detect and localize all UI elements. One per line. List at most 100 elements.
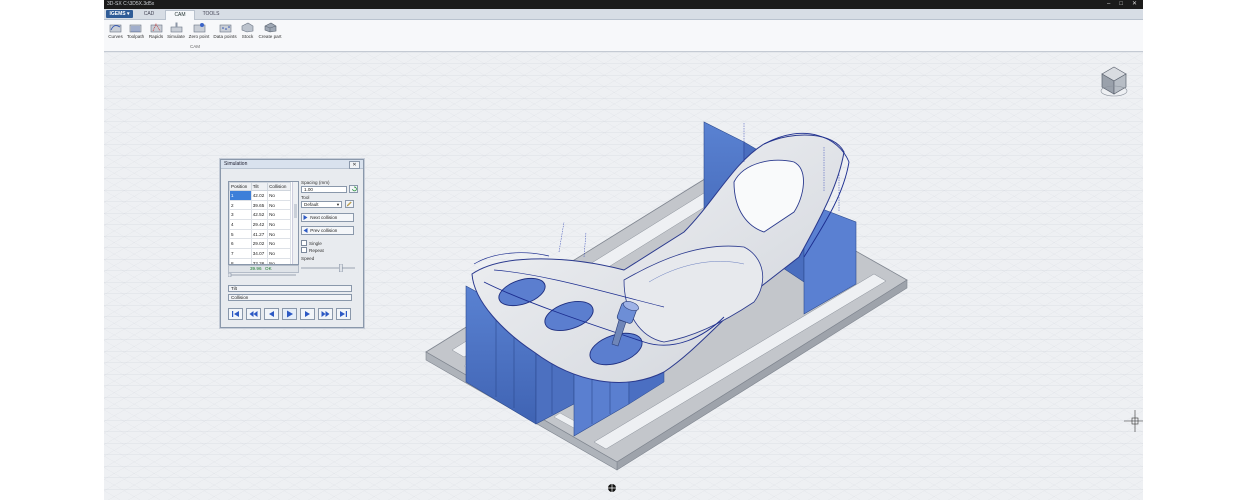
ribbon: Curves Toolpath Rapids Simulate Zero poi…	[104, 20, 1143, 52]
simulate-label: Simulate	[167, 34, 185, 39]
column-header-position[interactable]: Position	[229, 182, 252, 191]
cell-collision: No	[267, 190, 291, 201]
zero-point-label: Zero point	[188, 34, 210, 39]
playback-controls	[228, 308, 351, 320]
fast-backward-icon	[249, 311, 258, 317]
title-bar: 3D-SX C:\3D5X.3d5x – □ ✕	[104, 0, 1143, 9]
spacing-label: Spacing (mm)	[301, 180, 330, 185]
tab-tools[interactable]: TOOLS	[196, 10, 226, 19]
table-row[interactable]: 3 42.52 No	[229, 209, 291, 221]
simulation-title-bar[interactable]: Simulation ✕	[221, 160, 363, 169]
rapids-icon	[150, 23, 162, 33]
single-checkbox[interactable]: Single	[301, 240, 322, 246]
cell-collision: No	[267, 248, 291, 259]
cell-tilt: 39.65	[250, 199, 269, 211]
table-row[interactable]: 5 41.27 No	[229, 228, 291, 240]
toolpath-label: Toolpath	[126, 34, 145, 39]
cell-tilt: 42.02	[250, 190, 269, 201]
app-window: 3D-SX C:\3D5X.3d5x – □ ✕ IGEMS ▾ CAD CAM…	[104, 0, 1143, 500]
table-row[interactable]: 6 29.02 No	[229, 238, 291, 250]
table-row[interactable]: 7 34.07 No	[229, 248, 291, 259]
refresh-icon	[351, 186, 357, 192]
cell-tilt: 42.52	[250, 209, 269, 221]
fast-backward-button[interactable]	[246, 308, 261, 320]
scrollbar-thumb[interactable]	[294, 204, 297, 218]
fast-forward-icon	[321, 311, 330, 317]
table-row[interactable]: 1 42.02 No	[229, 190, 291, 201]
toolpath-button[interactable]: Toolpath	[126, 22, 145, 39]
cell-collision: No	[267, 238, 291, 250]
single-checkbox-box[interactable]	[301, 240, 307, 246]
speed-slider-thumb[interactable]	[339, 264, 343, 272]
window-title: 3D-SX C:\3D5X.3d5x	[107, 1, 155, 7]
maximize-button[interactable]: □	[1119, 0, 1123, 9]
app-menu-button[interactable]: IGEMS ▾	[106, 10, 133, 18]
window-controls: – □ ✕	[1107, 0, 1137, 9]
step-forward-button[interactable]	[300, 308, 315, 320]
table-row[interactable]: 8 33.36 No	[229, 257, 291, 264]
view-cube[interactable]	[1099, 64, 1129, 98]
next-collision-label: Next collision	[310, 215, 338, 220]
tab-cad[interactable]: CAD	[136, 10, 162, 19]
positions-table[interactable]: Position Tilt Collision 1 42.02 No 2 39.65 No…	[228, 181, 299, 265]
rapids-button[interactable]: Rapids	[148, 22, 164, 39]
go-to-end-button[interactable]	[336, 308, 351, 320]
cell-tilt: 29.02	[250, 238, 269, 250]
3d-viewport[interactable]: Simulation ✕ Position Tilt Collision 1 42…	[104, 52, 1143, 500]
curves-icon	[109, 24, 122, 33]
ribbon-tab-bar: IGEMS ▾ CAD CAM TOOLS	[104, 9, 1143, 20]
tilt-info-field: Tilt	[228, 285, 352, 292]
collision-info-field: Collision	[228, 294, 352, 301]
tool-select[interactable]: Default ▼	[301, 201, 342, 208]
simulate-button[interactable]: Simulate	[166, 22, 186, 39]
repeat-checkbox[interactable]: Repeat	[301, 247, 324, 253]
toolpath-icon	[129, 24, 142, 33]
stock-icon	[241, 22, 254, 33]
tab-cam[interactable]: CAM	[165, 10, 195, 20]
go-to-start-button[interactable]	[228, 308, 243, 320]
fast-forward-button[interactable]	[318, 308, 333, 320]
simulation-dialog: Simulation ✕ Position Tilt Collision 1 42…	[220, 159, 364, 328]
create-part-label: Create part	[258, 34, 282, 39]
play-button[interactable]	[282, 308, 297, 320]
stock-label: Stock	[241, 34, 254, 39]
repeat-checkbox-box[interactable]	[301, 247, 307, 253]
speed-slider[interactable]	[301, 264, 355, 272]
step-backward-button[interactable]	[264, 308, 279, 320]
prev-collision-button[interactable]: Prev collision	[301, 226, 354, 235]
refresh-button[interactable]	[349, 185, 358, 193]
pencil-icon	[346, 201, 352, 207]
pointer-cursor-icon	[608, 484, 616, 492]
cell-position: 3	[229, 209, 252, 221]
column-header-collision[interactable]: Collision	[267, 182, 291, 191]
cell-collision: No	[267, 257, 291, 264]
edit-tool-button[interactable]	[345, 200, 354, 208]
next-collision-button[interactable]: Next collision	[301, 213, 354, 222]
close-dialog-button[interactable]: ✕	[349, 161, 360, 169]
cell-position: 2	[229, 199, 252, 211]
position-slider[interactable]	[228, 273, 296, 277]
crosshair-cursor-icon	[1124, 410, 1143, 432]
table-row[interactable]: 2 39.65 No	[229, 199, 291, 211]
cell-position: 5	[229, 228, 252, 240]
current-status-row: 39.96 OK	[228, 265, 299, 273]
current-tilt: 39.96	[250, 266, 262, 271]
create-part-button[interactable]: Create part	[257, 22, 283, 39]
single-label: Single	[309, 240, 322, 246]
cell-collision: No	[267, 199, 291, 211]
cell-tilt: 41.27	[250, 228, 269, 240]
tool-label: Tool	[301, 195, 310, 200]
zero-point-button[interactable]: Zero point	[188, 22, 210, 39]
skip-end-icon	[340, 311, 347, 317]
table-scrollbar[interactable]	[292, 182, 298, 264]
table-row[interactable]: 4 29.42 No	[229, 219, 291, 230]
curves-button[interactable]: Curves	[107, 22, 124, 39]
repeat-label: Repeat	[309, 247, 324, 253]
stock-button[interactable]: Stock	[240, 22, 255, 39]
spacing-input[interactable]: 1.00	[301, 186, 347, 193]
speed-label: Speed	[301, 256, 315, 261]
minimize-button[interactable]: –	[1107, 0, 1110, 9]
close-window-button[interactable]: ✕	[1132, 0, 1137, 9]
data-points-button[interactable]: Data points	[212, 22, 238, 39]
column-header-tilt[interactable]: Tilt	[250, 182, 269, 191]
